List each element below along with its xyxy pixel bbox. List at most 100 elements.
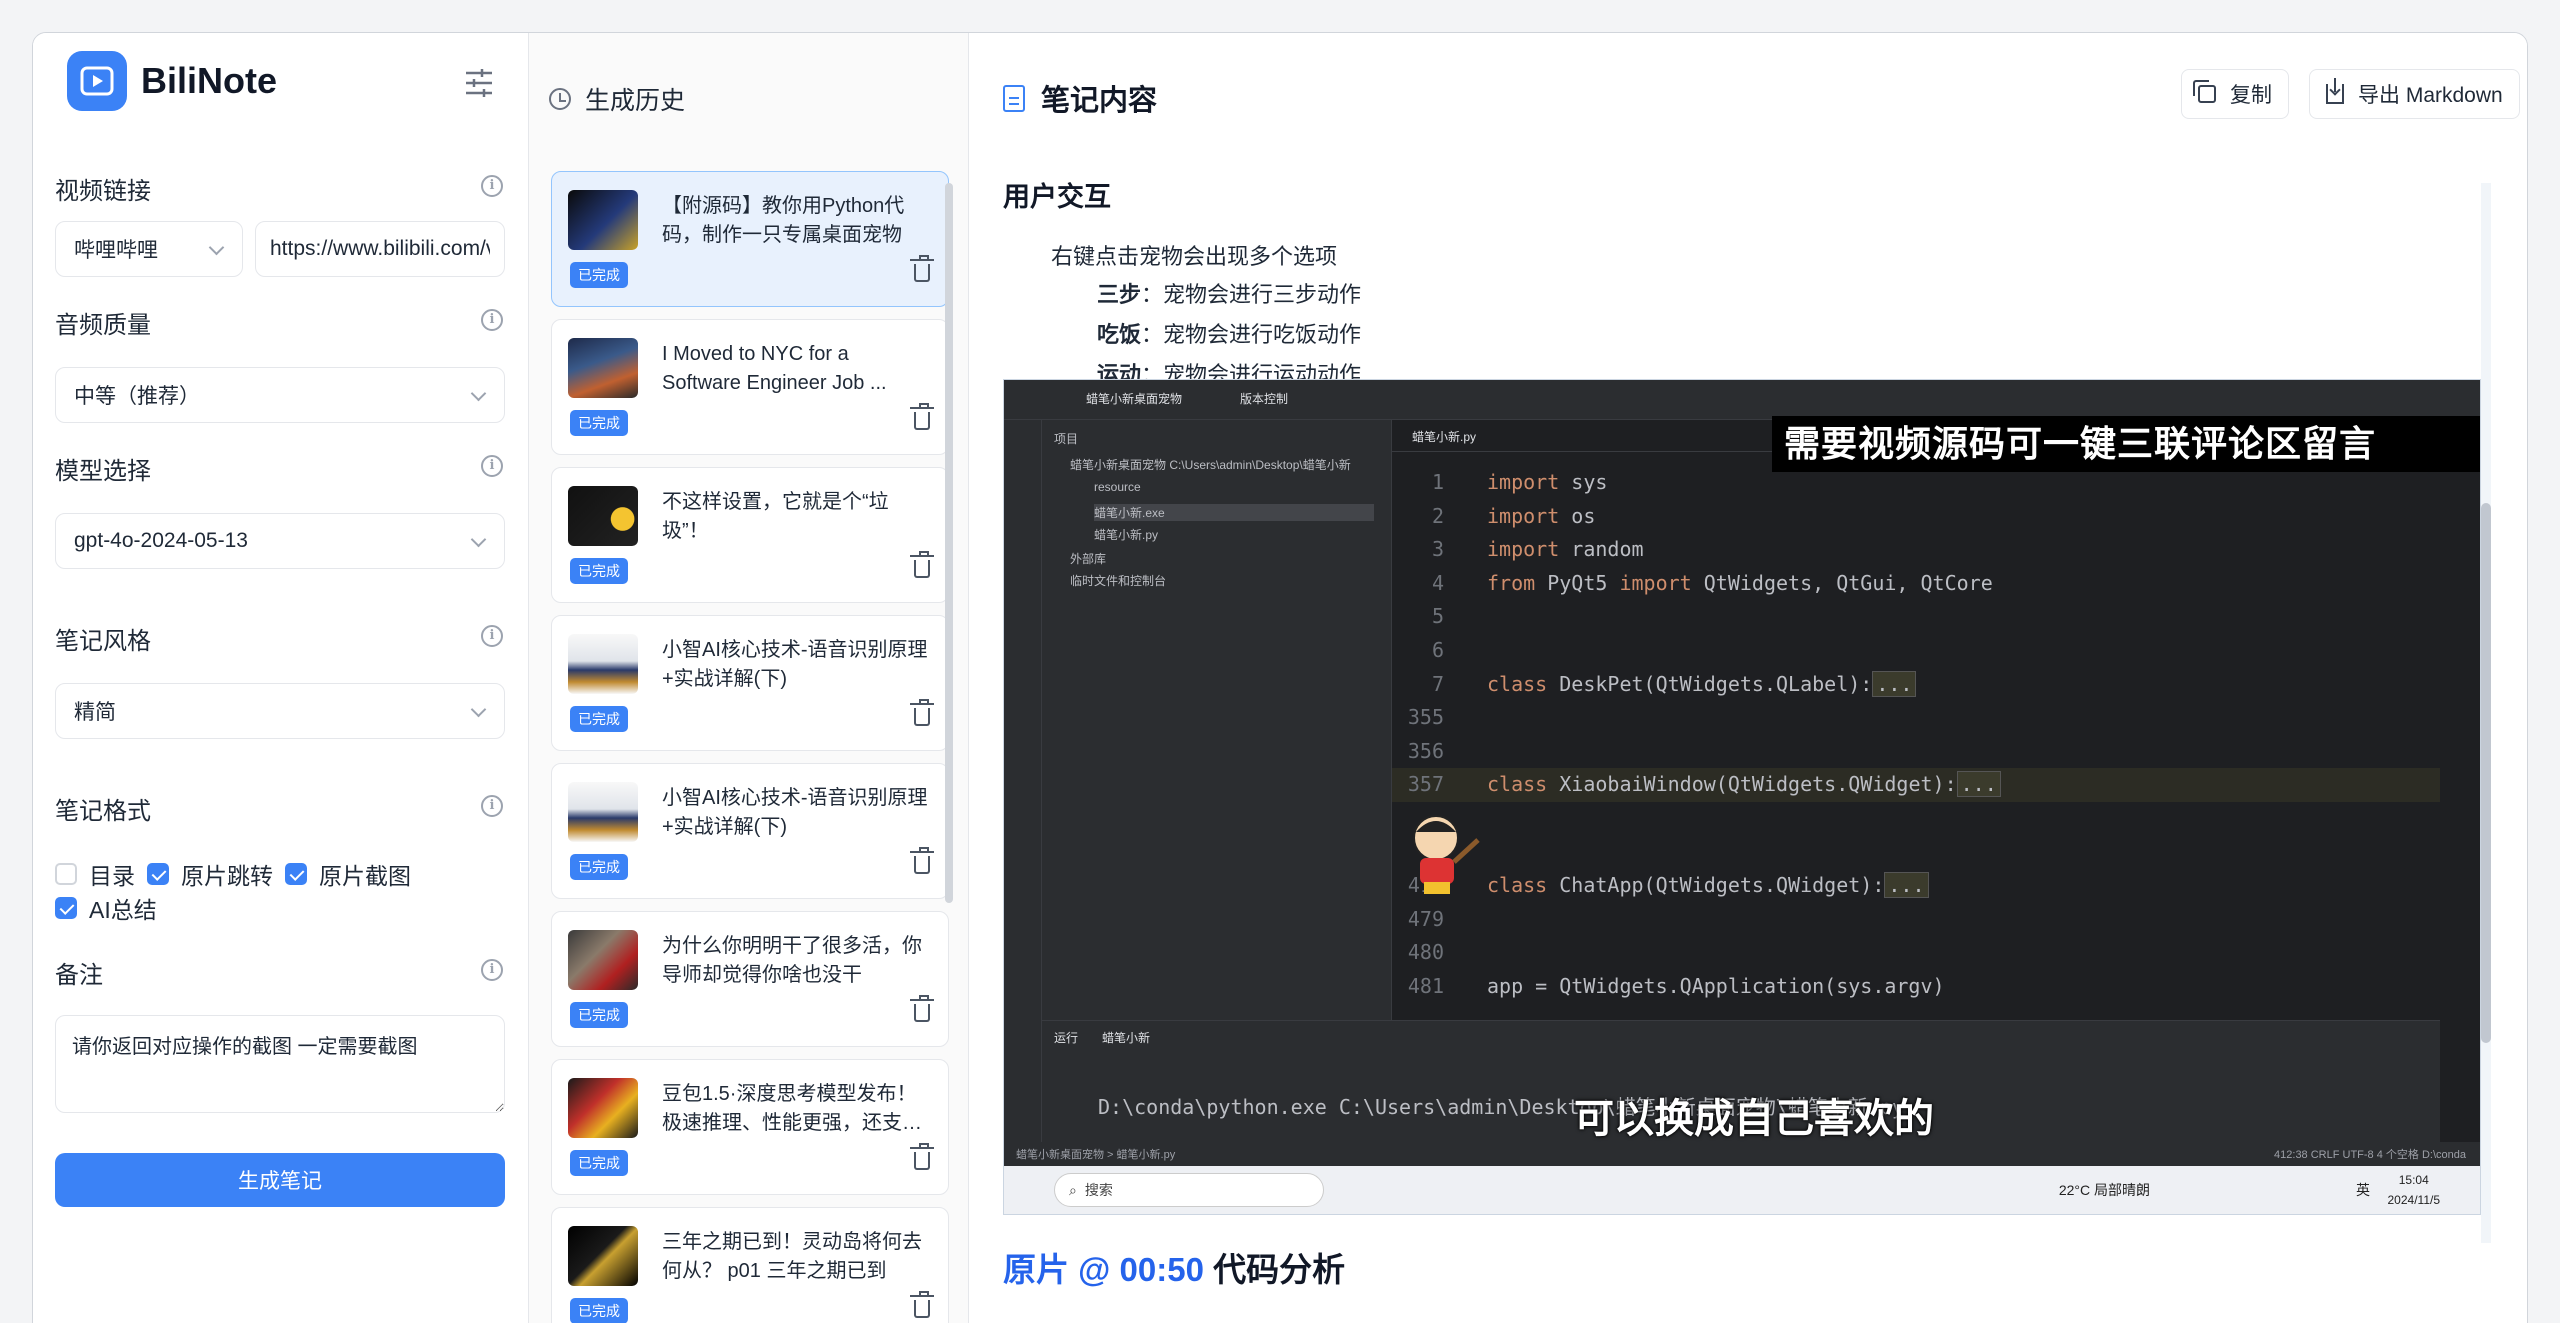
history-thumbnail bbox=[568, 190, 638, 250]
code-line: 3 import random bbox=[1392, 533, 2440, 567]
origin-timestamp-link[interactable]: 原片 @ 00:50 bbox=[1003, 1251, 1204, 1288]
trash-icon[interactable] bbox=[910, 699, 934, 726]
model-label: 模型选择 bbox=[55, 458, 151, 485]
status-right: 412:38 CRLF UTF-8 4 个空格 D:\conda bbox=[2274, 1149, 2466, 1161]
origin-heading: 原片 @ 00:50 代码分析 bbox=[1003, 1243, 1345, 1291]
status-badge: 已完成 bbox=[570, 1150, 628, 1176]
code-line: 355 bbox=[1392, 701, 2440, 735]
format-option-label: 原片截图 bbox=[319, 863, 411, 889]
history-item-title: 三年之期已到！灵动岛将何去何从？ p01 三年之期已到 bbox=[662, 1231, 922, 1282]
history-item[interactable]: 三年之期已到！灵动岛将何去何从？ p01 三年之期已到 已完成 bbox=[551, 1207, 949, 1323]
sub-desc: ：宠物会进行三步动作 bbox=[1141, 282, 1362, 307]
platform-select[interactable]: 哔哩哔哩 bbox=[55, 221, 243, 277]
status-badge: 已完成 bbox=[570, 262, 628, 288]
history-scrollbar[interactable] bbox=[945, 183, 953, 903]
ide-editor: 蜡笔小新.py 1 import sys 2 import os 3 import r… bbox=[1392, 420, 2440, 1020]
history-item[interactable]: 不这样设置，它就是个“垃圾”！ 已完成 bbox=[551, 467, 949, 603]
history-item[interactable]: 豆包1.5·深度思考模型发布！极速推理、性能更强，还支持多模态 已完成 bbox=[551, 1059, 949, 1195]
remark-textarea[interactable]: 请你返回对应操作的截图 一定需要截图 bbox=[55, 1015, 505, 1113]
chevron-down-icon bbox=[470, 701, 487, 718]
line-number: 356 bbox=[1407, 738, 1444, 763]
format-jump-checkbox[interactable]: 原片跳转 bbox=[147, 857, 273, 891]
trash-icon[interactable] bbox=[910, 551, 934, 578]
trash-icon[interactable] bbox=[910, 255, 934, 282]
info-icon[interactable]: i bbox=[481, 175, 503, 197]
audio-quality-select[interactable]: 中等（推荐） bbox=[55, 367, 505, 423]
audio-quality-value: 中等（推荐） bbox=[74, 385, 200, 408]
copy-label: 复制 bbox=[2230, 84, 2272, 107]
sub-term: 三步 bbox=[1097, 282, 1142, 307]
info-icon[interactable]: i bbox=[481, 625, 503, 647]
info-icon[interactable]: i bbox=[481, 309, 503, 331]
info-icon[interactable]: i bbox=[481, 455, 503, 477]
history-thumbnail bbox=[568, 338, 638, 398]
model-select[interactable]: gpt-4o-2024-05-13 bbox=[55, 513, 505, 569]
content-scrollbar[interactable] bbox=[2481, 183, 2491, 1243]
info-icon[interactable]: i bbox=[481, 959, 503, 981]
sliders-icon[interactable] bbox=[457, 61, 501, 105]
run-label: 运行 bbox=[1054, 1031, 1079, 1045]
date: 2024/11/5 bbox=[2387, 1193, 2441, 1207]
tree-item: 蜡笔小新桌面宠物 C:\Users\admin\Desktop\蜡笔小新 bbox=[1070, 458, 1351, 472]
export-markdown-button[interactable]: 导出 Markdown bbox=[2309, 69, 2520, 119]
history-thumbnail bbox=[568, 486, 638, 546]
copy-button[interactable]: 复制 bbox=[2181, 69, 2289, 119]
code-text: class ChatApp(QtWidgets.QWidget):... bbox=[1487, 869, 1929, 903]
clock-icon bbox=[549, 88, 571, 110]
style-value: 精简 bbox=[74, 701, 116, 724]
document-icon bbox=[1003, 84, 1025, 112]
trash-icon[interactable] bbox=[910, 847, 934, 874]
clock: 15:04 2024/11/5 bbox=[2388, 1170, 2441, 1210]
history-item[interactable]: 小智AI核心技术-语音识别原理+实战详解(下) 已完成 bbox=[551, 615, 949, 751]
time: 15:04 bbox=[2398, 1173, 2429, 1187]
format-label: 笔记格式 bbox=[55, 798, 151, 825]
ide-sidebar bbox=[1004, 420, 1042, 1158]
status-badge: 已完成 bbox=[570, 558, 628, 584]
line-number: 6 bbox=[1431, 637, 1444, 662]
history-item[interactable]: 小智AI核心技术-语音识别原理+实战详解(下) 已完成 bbox=[551, 763, 949, 899]
trash-icon[interactable] bbox=[910, 995, 934, 1022]
model-value: gpt-4o-2024-05-13 bbox=[74, 529, 248, 552]
trash-icon[interactable] bbox=[910, 1143, 934, 1170]
format-toc-checkbox[interactable]: 目录 bbox=[55, 857, 135, 891]
tree-item: 蜡笔小新.exe bbox=[1094, 504, 1374, 521]
info-icon[interactable]: i bbox=[481, 795, 503, 817]
history-item[interactable]: I Moved to NYC for a Software Engineer J… bbox=[551, 319, 949, 455]
format-screenshot-checkbox[interactable]: 原片截图 bbox=[285, 857, 411, 891]
scrollbar-thumb[interactable] bbox=[2481, 503, 2491, 1043]
checkbox-box bbox=[285, 863, 307, 885]
line-number: 480 bbox=[1407, 940, 1444, 965]
status-path: 蜡笔小新桌面宠物 > 蜡笔小新.py bbox=[1016, 1149, 1176, 1161]
app-window: BiliNote 视频链接 i 哔哩哔哩 音频质量 i 中等（推荐） 模型选择 … bbox=[32, 32, 2528, 1323]
video-url-input[interactable] bbox=[255, 221, 505, 277]
windows-taskbar: ⌕ 搜索 22°C 局部晴朗 英 15:04 2024/11/5 bbox=[1004, 1166, 2480, 1214]
tree-item: 临时文件和控制台 bbox=[1070, 574, 1167, 588]
code-text: import os bbox=[1487, 503, 1596, 528]
line-number: 481 bbox=[1407, 973, 1444, 998]
checkbox-box bbox=[55, 897, 77, 919]
chevron-down-icon bbox=[470, 385, 487, 402]
trash-icon[interactable] bbox=[910, 403, 934, 430]
line-number: 357 bbox=[1407, 772, 1444, 797]
style-select[interactable]: 精简 bbox=[55, 683, 505, 739]
code-line: 479 bbox=[1392, 903, 2440, 937]
line-number: 355 bbox=[1407, 705, 1444, 730]
code-line: 5 bbox=[1392, 600, 2440, 634]
format-option-label: AI总结 bbox=[89, 897, 157, 923]
status-badge: 已完成 bbox=[570, 1002, 628, 1028]
trash-icon[interactable] bbox=[910, 1291, 934, 1318]
remark-label: 备注 bbox=[55, 962, 103, 989]
history-item[interactable]: 为什么你明明干了很多活，你导师却觉得你啥也没干 已完成 bbox=[551, 911, 949, 1047]
code-line: 2 import os bbox=[1392, 500, 2440, 534]
status-badge: 已完成 bbox=[570, 706, 628, 732]
format-ai-summary-checkbox[interactable]: AI总结 bbox=[55, 891, 157, 925]
taskbar-search: ⌕ 搜索 bbox=[1054, 1173, 1324, 1207]
generate-note-button[interactable]: 生成笔记 bbox=[55, 1153, 505, 1207]
line-number: 7 bbox=[1431, 671, 1444, 696]
history-item[interactable]: 【附源码】教你用Python代码，制作一只专属桌面宠物 已完成 bbox=[551, 171, 949, 307]
code-line: 4 from PyQt5 import QtWidgets, QtGui, QtC… bbox=[1392, 567, 2440, 601]
line-number: 3 bbox=[1431, 537, 1444, 562]
code-text: app = QtWidgets.QApplication(sys.argv) bbox=[1487, 973, 1945, 998]
